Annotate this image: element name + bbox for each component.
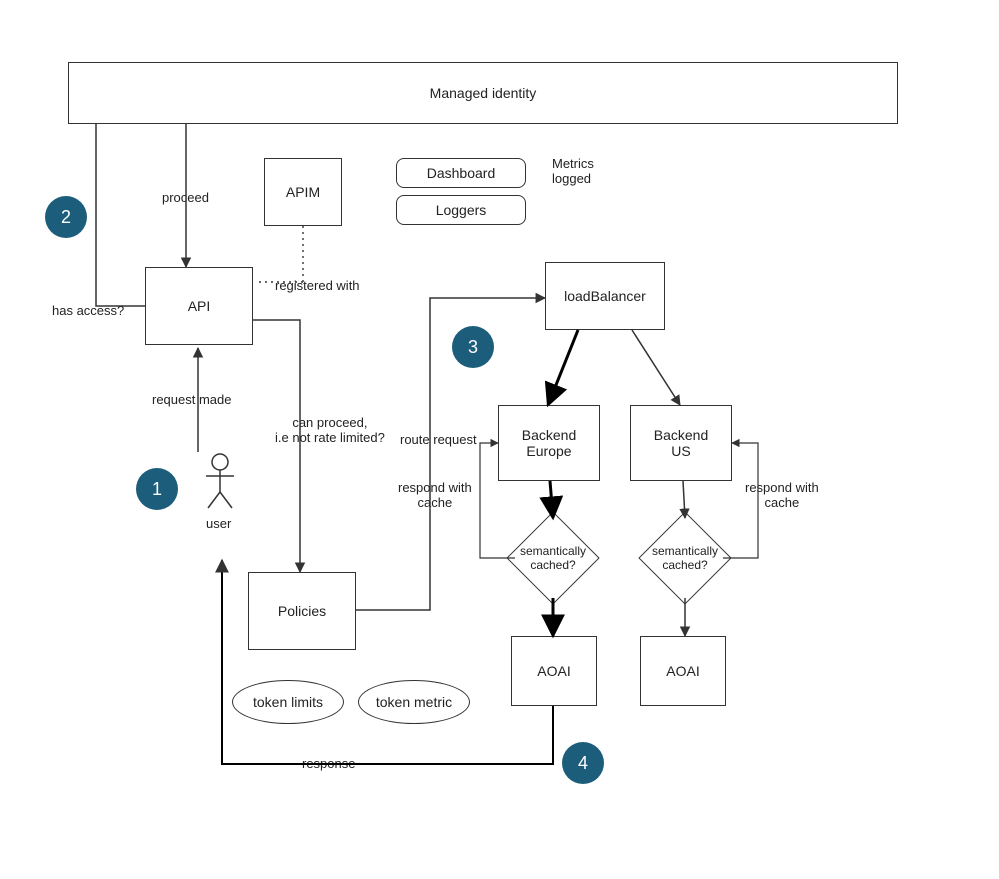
step-badge-3-label: 3 <box>468 337 478 358</box>
edge-registered-label: registered with <box>275 278 360 293</box>
semantic-cache-us-label: semantically cached? <box>652 544 718 572</box>
edge-response-label: response <box>300 756 357 771</box>
edge-proceed-label: proceed <box>162 190 209 205</box>
edge-can-proceed-label: can proceed, i.e not rate limited? <box>275 415 385 445</box>
edge-request-made-label: request made <box>152 392 232 407</box>
step-badge-1-label: 1 <box>152 479 162 500</box>
step-badge-4-label: 4 <box>578 753 588 774</box>
backend-us-label: Backend US <box>654 427 708 459</box>
semantic-cache-eu-decision: semantically cached? <box>520 525 586 591</box>
semantic-cache-eu-label: semantically cached? <box>520 544 586 572</box>
policies-box: Policies <box>248 572 356 650</box>
dashboard-label: Dashboard <box>427 165 496 181</box>
apim-label: APIM <box>286 184 320 200</box>
aoai-eu-box: AOAI <box>511 636 597 706</box>
policies-label: Policies <box>278 603 326 619</box>
dashboard-box: Dashboard <box>396 158 526 188</box>
token-metric-ellipse: token metric <box>358 680 470 724</box>
step-badge-4: 4 <box>562 742 604 784</box>
metrics-logged-label: Metrics logged <box>552 156 594 186</box>
token-metric-label: token metric <box>376 694 452 710</box>
edge-route-request-label: route request <box>400 432 477 447</box>
edge-respond-cache-eu-label: respond with cache <box>398 480 472 510</box>
loggers-box: Loggers <box>396 195 526 225</box>
loadbalancer-label: loadBalancer <box>564 288 646 304</box>
semantic-cache-us-decision: semantically cached? <box>652 525 718 591</box>
user-actor-icon <box>200 452 240 515</box>
edge-respond-cache-us-label: respond with cache <box>745 480 819 510</box>
backend-europe-box: Backend Europe <box>498 405 600 481</box>
backend-europe-label: Backend Europe <box>522 427 576 459</box>
api-label: API <box>188 298 211 314</box>
loggers-label: Loggers <box>436 202 487 218</box>
step-badge-3: 3 <box>452 326 494 368</box>
step-badge-2: 2 <box>45 196 87 238</box>
step-badge-1: 1 <box>136 468 178 510</box>
step-badge-2-label: 2 <box>61 207 71 228</box>
token-limits-label: token limits <box>253 694 323 710</box>
user-label: user <box>206 516 231 531</box>
loadbalancer-box: loadBalancer <box>545 262 665 330</box>
aoai-us-label: AOAI <box>666 663 699 679</box>
managed-identity-box: Managed identity <box>68 62 898 124</box>
api-box: API <box>145 267 253 345</box>
diagram-canvas: Managed identity APIM Dashboard Loggers … <box>0 0 999 879</box>
aoai-us-box: AOAI <box>640 636 726 706</box>
apim-box: APIM <box>264 158 342 226</box>
backend-us-box: Backend US <box>630 405 732 481</box>
edge-has-access-label: has access? <box>52 303 124 318</box>
token-limits-ellipse: token limits <box>232 680 344 724</box>
managed-identity-label: Managed identity <box>430 85 537 101</box>
aoai-eu-label: AOAI <box>537 663 570 679</box>
